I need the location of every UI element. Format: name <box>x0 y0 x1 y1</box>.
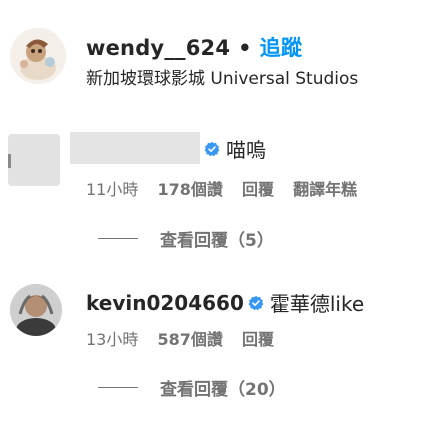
follow-button[interactable]: 追蹤 <box>260 36 302 60</box>
post-username[interactable]: wendy__624 <box>86 36 230 60</box>
comment-username[interactable]: kevin0204660 <box>86 291 244 315</box>
avatar[interactable] <box>10 284 62 336</box>
comment-body: kevin0204660 霍華德like <box>86 288 364 317</box>
avatar[interactable] <box>8 134 60 186</box>
comment-item: 喵嗚 11小時 178個讚 回覆 翻譯年糕 查看回覆（5） <box>0 128 435 251</box>
reply-button[interactable]: 回覆 <box>242 180 274 199</box>
blurred-username <box>70 132 200 164</box>
comment-time[interactable]: 13小時 <box>86 330 138 349</box>
replies-divider-line <box>98 387 138 388</box>
comment-text: 霍華德like <box>269 292 365 316</box>
likes-count[interactable]: 587個讚 <box>157 330 222 349</box>
likes-count[interactable]: 178個讚 <box>157 180 222 199</box>
verified-badge-icon <box>248 295 264 310</box>
comment-meta: 13小時 587個讚 回覆 <box>86 326 288 350</box>
reply-button[interactable]: 回覆 <box>242 330 274 349</box>
separator-dot: • <box>238 36 252 60</box>
comment-meta: 11小時 178個讚 回覆 翻譯年糕 <box>86 176 371 200</box>
comment-item: kevin0204660 霍華德like 13小時 587個讚 回覆 查看回覆（… <box>0 282 435 400</box>
view-replies-button[interactable]: 查看回覆（5） <box>98 226 274 251</box>
username-row: wendy__624 • 追蹤 <box>86 32 302 62</box>
comment-text: 喵嗚 <box>226 138 266 162</box>
replies-divider-line <box>98 238 138 239</box>
view-replies-label: 查看回覆（5） <box>160 231 274 251</box>
view-replies-label: 查看回覆（20） <box>160 380 286 400</box>
comment-time[interactable]: 11小時 <box>86 180 138 199</box>
view-replies-button[interactable]: 查看回覆（20） <box>98 375 286 400</box>
avatar-edge <box>8 154 11 168</box>
post-header: wendy__624 • 追蹤 新加坡環球影城 Universal Studios <box>0 20 435 90</box>
comment-body: 喵嗚 <box>200 134 266 163</box>
post-location[interactable]: 新加坡環球影城 Universal Studios <box>86 64 358 89</box>
translate-button[interactable]: 翻譯年糕 <box>293 180 357 199</box>
avatar[interactable] <box>10 28 66 84</box>
verified-badge-icon <box>204 141 220 156</box>
avatar-image <box>10 28 66 84</box>
avatar-image <box>10 284 62 336</box>
